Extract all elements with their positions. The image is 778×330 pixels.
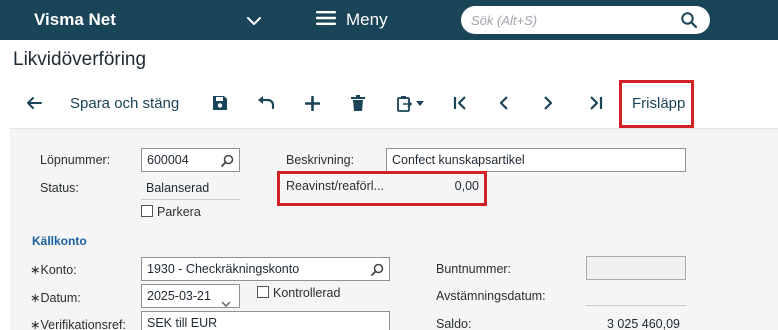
chevron-down-icon[interactable] — [221, 294, 234, 308]
buntnummer-field — [586, 256, 686, 280]
konto-input[interactable] — [147, 262, 369, 276]
buntnummer-label: Buntnummer: — [436, 262, 512, 276]
lopnummer-field — [141, 148, 240, 172]
first-page-icon — [453, 96, 467, 110]
chevron-left-icon — [499, 96, 509, 110]
avstamningsdatum-label: Avstämningsdatum: — [436, 289, 546, 303]
saldo-value: 3 025 460,09 — [607, 317, 680, 330]
previous-record-button[interactable] — [492, 90, 516, 116]
required-asterisk: ∗ — [30, 318, 41, 330]
kontrollerad-checkbox[interactable] — [257, 286, 269, 298]
chevron-down-icon[interactable] — [245, 12, 263, 30]
caret-down-icon — [415, 100, 424, 106]
last-page-icon — [589, 96, 603, 110]
saldo-label: Saldo: — [436, 317, 472, 330]
chevron-right-icon — [543, 96, 553, 110]
undo-button[interactable] — [254, 90, 278, 116]
kontrollerad-label: Kontrollerad — [273, 286, 341, 300]
status-underline — [141, 199, 240, 200]
verifikationsref-label-text: Verifikationsref: — [40, 318, 126, 330]
konto-label: ∗Konto: — [30, 262, 77, 277]
datum-input[interactable] — [147, 289, 221, 303]
top-navigation-bar: Visma Net Meny — [0, 0, 778, 40]
lopnummer-label: Löpnummer: — [40, 153, 111, 167]
add-button[interactable] — [300, 90, 324, 116]
search-input[interactable] — [471, 11, 676, 29]
status-label: Status: — [40, 181, 79, 195]
page-title: Likvidöverföring — [13, 49, 147, 70]
menu-button[interactable]: Meny — [316, 8, 388, 32]
clipboard-dropdown-button[interactable] — [392, 90, 428, 116]
beskrivning-label: Beskrivning: — [286, 153, 355, 167]
verifikationsref-field — [141, 311, 390, 330]
beskrivning-field — [386, 148, 686, 172]
verifikationsref-label: ∗Verifikationsref: — [30, 317, 126, 330]
undo-icon — [257, 96, 275, 110]
back-button[interactable] — [22, 90, 46, 116]
datum-field — [141, 284, 240, 308]
save-and-close-button[interactable]: Spara och stäng — [70, 90, 179, 116]
status-value: Balanserad — [146, 181, 210, 195]
konto-field — [141, 257, 390, 281]
last-record-button[interactable] — [584, 90, 608, 116]
global-search — [461, 6, 710, 34]
datum-label-text: Datum: — [40, 291, 81, 305]
reavinst-highlight-box — [277, 171, 487, 206]
parkera-label: Parkera — [157, 205, 201, 219]
arrow-left-icon — [25, 96, 43, 110]
brand-logo-text[interactable]: Visma Net — [34, 10, 116, 30]
parkera-checkbox[interactable] — [141, 205, 153, 217]
floppy-disk-icon — [212, 95, 228, 111]
first-record-button[interactable] — [448, 90, 472, 116]
required-asterisk: ∗ — [30, 263, 41, 277]
search-icon[interactable] — [371, 263, 384, 276]
kallkonto-section-header: Källkonto — [32, 234, 87, 248]
clipboard-icon — [396, 95, 413, 112]
lopnummer-input[interactable] — [147, 153, 219, 167]
delete-button[interactable] — [346, 90, 370, 116]
save-button[interactable] — [208, 90, 232, 116]
konto-label-text: Konto: — [40, 263, 77, 277]
hamburger-icon — [316, 10, 336, 31]
menu-label: Meny — [346, 10, 388, 29]
next-record-button[interactable] — [536, 90, 560, 116]
trash-icon — [351, 95, 365, 111]
required-asterisk: ∗ — [30, 291, 41, 305]
search-icon[interactable] — [680, 11, 698, 29]
buntnummer-input[interactable] — [592, 261, 680, 275]
beskrivning-input[interactable] — [392, 153, 680, 167]
release-highlight-box — [619, 80, 694, 128]
verifikationsref-input[interactable] — [147, 316, 383, 330]
plus-icon — [304, 95, 320, 111]
avstamningsdatum-underline — [586, 305, 686, 306]
datum-label: ∗Datum: — [30, 290, 81, 305]
search-icon[interactable] — [221, 154, 234, 167]
